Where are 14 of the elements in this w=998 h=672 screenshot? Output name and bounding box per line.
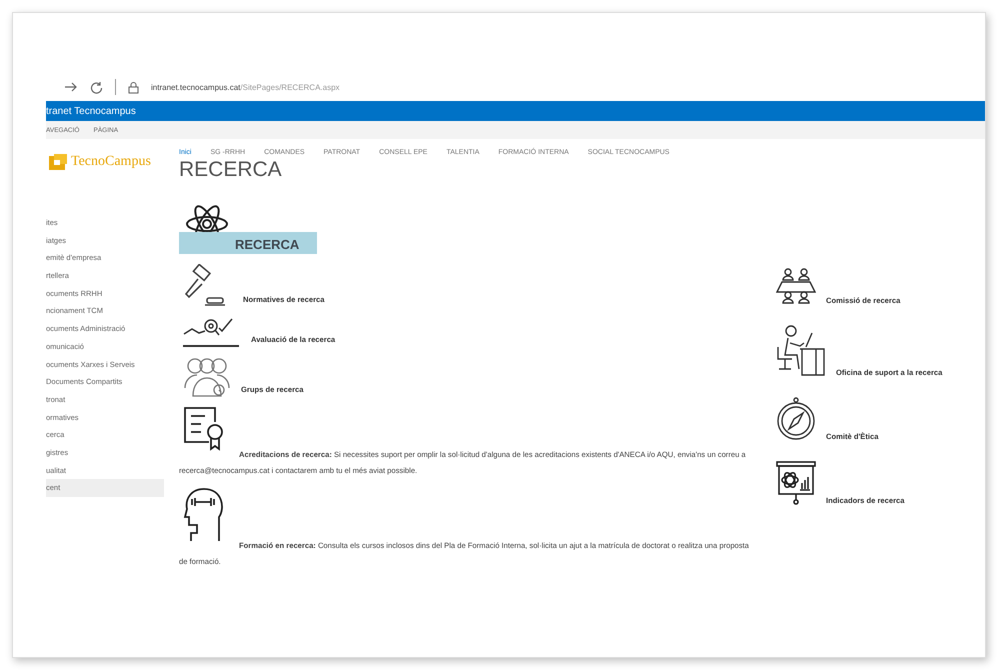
logo-icon — [49, 154, 67, 170]
presentation-board-icon — [776, 461, 816, 505]
site-title[interactable]: tranet Tecnocampus — [46, 106, 136, 116]
forward-arrow-icon[interactable] — [64, 81, 78, 93]
meeting-table-icon — [776, 267, 816, 305]
page-title: RECERCA — [179, 158, 283, 182]
refresh-icon[interactable] — [90, 80, 103, 94]
compass-icon — [776, 397, 816, 441]
banner-label: RECERCA — [179, 232, 317, 254]
trend-magnifier-icon — [183, 316, 241, 348]
lock-icon — [128, 80, 139, 94]
person-at-desk-icon — [776, 325, 826, 377]
address-bar-url[interactable]: intranet.tecnocampus.cat/SitePages/RECERCA.aspx — [151, 82, 340, 92]
people-group-icon — [183, 356, 231, 398]
